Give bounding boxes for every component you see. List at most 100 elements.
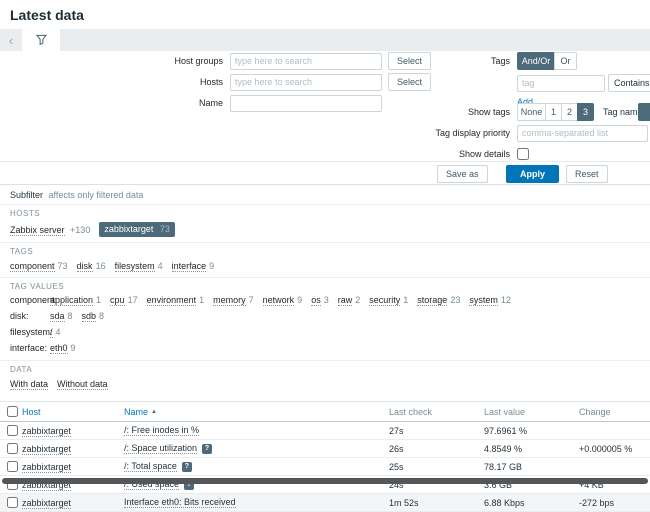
last-check-value: 1m 52s: [389, 498, 484, 508]
column-header-host[interactable]: Host: [22, 407, 41, 417]
subfilter-tag-item[interactable]: disk16: [77, 260, 106, 272]
tags-operator-toggle: And/Or Or: [517, 52, 577, 70]
tags-heading: TAGS: [10, 247, 640, 256]
filter-form: Host groups Select Hosts Select Name Tag…: [0, 51, 650, 184]
item-name-link[interactable]: Interface eth0: Bits received: [124, 497, 236, 508]
host-link[interactable]: zabbixtarget: [22, 498, 71, 509]
table-row: zabbixtarget Interface eth0: Bits receiv…: [0, 494, 650, 512]
subfilter-note: affects only filtered data: [49, 190, 144, 200]
without-data-link[interactable]: Without data: [57, 378, 108, 390]
last-value: 97.6961 %: [484, 426, 579, 436]
subfilter-tag-value-item[interactable]: sdb8: [82, 311, 105, 322]
with-data-link[interactable]: With data: [10, 378, 48, 390]
filter-buttons-divider: [0, 161, 650, 162]
tag-value-group-label: interface:: [10, 343, 50, 354]
change-value: -272 bps: [579, 498, 650, 508]
sort-asc-icon: ▲: [151, 409, 157, 415]
subfilter-tag-value-item[interactable]: eth09: [50, 343, 76, 354]
column-header-last-value: Last value: [484, 407, 525, 417]
subfilter-tag-value-item[interactable]: sda8: [50, 311, 73, 322]
show-tags-2-button[interactable]: 2: [561, 103, 578, 121]
select-all-checkbox[interactable]: [7, 406, 18, 417]
tag-name-mode-label: Tag name: [603, 107, 643, 117]
host-link[interactable]: zabbixtarget: [22, 444, 71, 455]
item-name-link[interactable]: /: Total space: [124, 461, 177, 472]
row-checkbox[interactable]: [7, 443, 18, 454]
description-hint-icon[interactable]: ?: [182, 462, 192, 472]
change-value: +0.000005 %: [579, 444, 650, 454]
reset-button[interactable]: Reset: [566, 165, 608, 183]
row-checkbox[interactable]: [7, 461, 18, 472]
last-value: 6.88 Kbps: [484, 498, 579, 508]
tags-label: Tags: [380, 56, 510, 66]
last-value: 78.17 GB: [484, 462, 579, 472]
subfilter-tag-item[interactable]: interface9: [172, 260, 215, 272]
tag-display-priority-label: Tag display priority: [380, 128, 510, 138]
subfilter-tag-value-item[interactable]: network9: [263, 295, 303, 306]
apply-button[interactable]: Apply: [506, 165, 559, 183]
last-check-value: 27s: [389, 426, 484, 436]
hosts-heading: HOSTS: [10, 209, 640, 218]
last-check-value: 26s: [389, 444, 484, 454]
subfilter-tags-section: TAGS component73 disk16 filesystem4 inte…: [0, 242, 650, 277]
table-row: zabbixtarget /: Total space ? 25s 78.17 …: [0, 458, 650, 476]
subfilter-host-item[interactable]: Zabbix server +130: [10, 224, 90, 236]
tags-andor-button[interactable]: And/Or: [517, 52, 555, 70]
host-link[interactable]: zabbixtarget: [22, 426, 71, 437]
table-row: zabbixtarget /: Space utilization ? 26s …: [0, 440, 650, 458]
show-tags-none-button[interactable]: None: [517, 103, 546, 121]
data-heading: DATA: [10, 365, 640, 374]
tag-name-input[interactable]: [517, 75, 605, 92]
subfilter-hosts-section: HOSTS Zabbix server +130 zabbixtarget 73: [0, 204, 650, 242]
host-link[interactable]: zabbixtarget: [22, 462, 71, 473]
tag-name-mode-selected-button[interactable]: [638, 103, 650, 121]
column-header-name[interactable]: Name: [124, 407, 148, 417]
subfilter-tag-value-item[interactable]: os3: [311, 295, 329, 306]
subfilter-tag-value-item[interactable]: storage23: [417, 295, 460, 306]
subfilter-host-item-selected[interactable]: zabbixtarget 73: [99, 222, 175, 237]
table-header-row: Host Name ▲ Last check Last value Change: [0, 402, 650, 422]
subfilter-tag-value-item[interactable]: /4: [50, 327, 61, 338]
page-title: Latest data: [0, 0, 650, 29]
save-as-button[interactable]: Save as: [437, 165, 488, 183]
subfilter-tag-value-item[interactable]: security1: [369, 295, 408, 306]
horizontal-scrollbar[interactable]: [2, 478, 648, 484]
tag-operator-select[interactable]: Contains: [608, 74, 650, 92]
row-checkbox[interactable]: [7, 425, 18, 436]
column-header-last-check: Last check: [389, 407, 432, 417]
tags-or-button[interactable]: Or: [554, 52, 577, 70]
table-row: zabbixtarget /: Free inodes in % 27s 97.…: [0, 422, 650, 440]
subfilter-tag-value-item[interactable]: raw2: [338, 295, 361, 306]
subfilter-tag-item[interactable]: filesystem4: [115, 260, 163, 272]
tag-value-group-label: disk:: [10, 311, 50, 322]
subfilter-panel: Subfilter affects only filtered data HOS…: [0, 184, 650, 395]
chevron-left-icon: ‹: [9, 33, 13, 48]
collapse-filter-button[interactable]: ‹: [0, 29, 22, 51]
subfilter-title: Subfilter: [10, 190, 43, 200]
last-check-value: 25s: [389, 462, 484, 472]
show-tags-1-button[interactable]: 1: [545, 103, 562, 121]
show-details-checkbox[interactable]: [517, 148, 529, 160]
column-header-change: Change: [579, 407, 611, 417]
item-name-link[interactable]: /: Space utilization: [124, 443, 197, 454]
tag-display-priority-input[interactable]: [517, 125, 648, 142]
filter-tabbar: ‹: [0, 29, 650, 51]
subfilter-data-section: DATA With data Without data: [0, 360, 650, 395]
item-name-link[interactable]: /: Free inodes in %: [124, 425, 199, 436]
filter-funnel-icon: [36, 34, 47, 47]
show-tags-label: Show tags: [380, 107, 510, 117]
show-tags-3-button[interactable]: 3: [577, 103, 594, 121]
subfilter-tag-value-item[interactable]: environment1: [147, 295, 205, 306]
tag-value-group-label: filesystem:: [10, 327, 50, 338]
tag-value-group-label: component:: [10, 295, 50, 306]
subfilter-tag-value-item[interactable]: memory7: [213, 295, 254, 306]
row-checkbox[interactable]: [7, 497, 18, 508]
description-hint-icon[interactable]: ?: [202, 444, 212, 454]
subfilter-tag-value-item[interactable]: system12: [469, 295, 511, 306]
subfilter-tag-values-section: TAG VALUES component: application1 cpu17…: [0, 277, 650, 360]
tag-values-heading: TAG VALUES: [10, 282, 640, 291]
subfilter-tag-value-item[interactable]: cpu17: [110, 295, 138, 306]
subfilter-tag-item[interactable]: component73: [10, 260, 68, 272]
subfilter-tag-value-item[interactable]: application1: [50, 295, 101, 306]
tab-filter[interactable]: [22, 29, 60, 51]
